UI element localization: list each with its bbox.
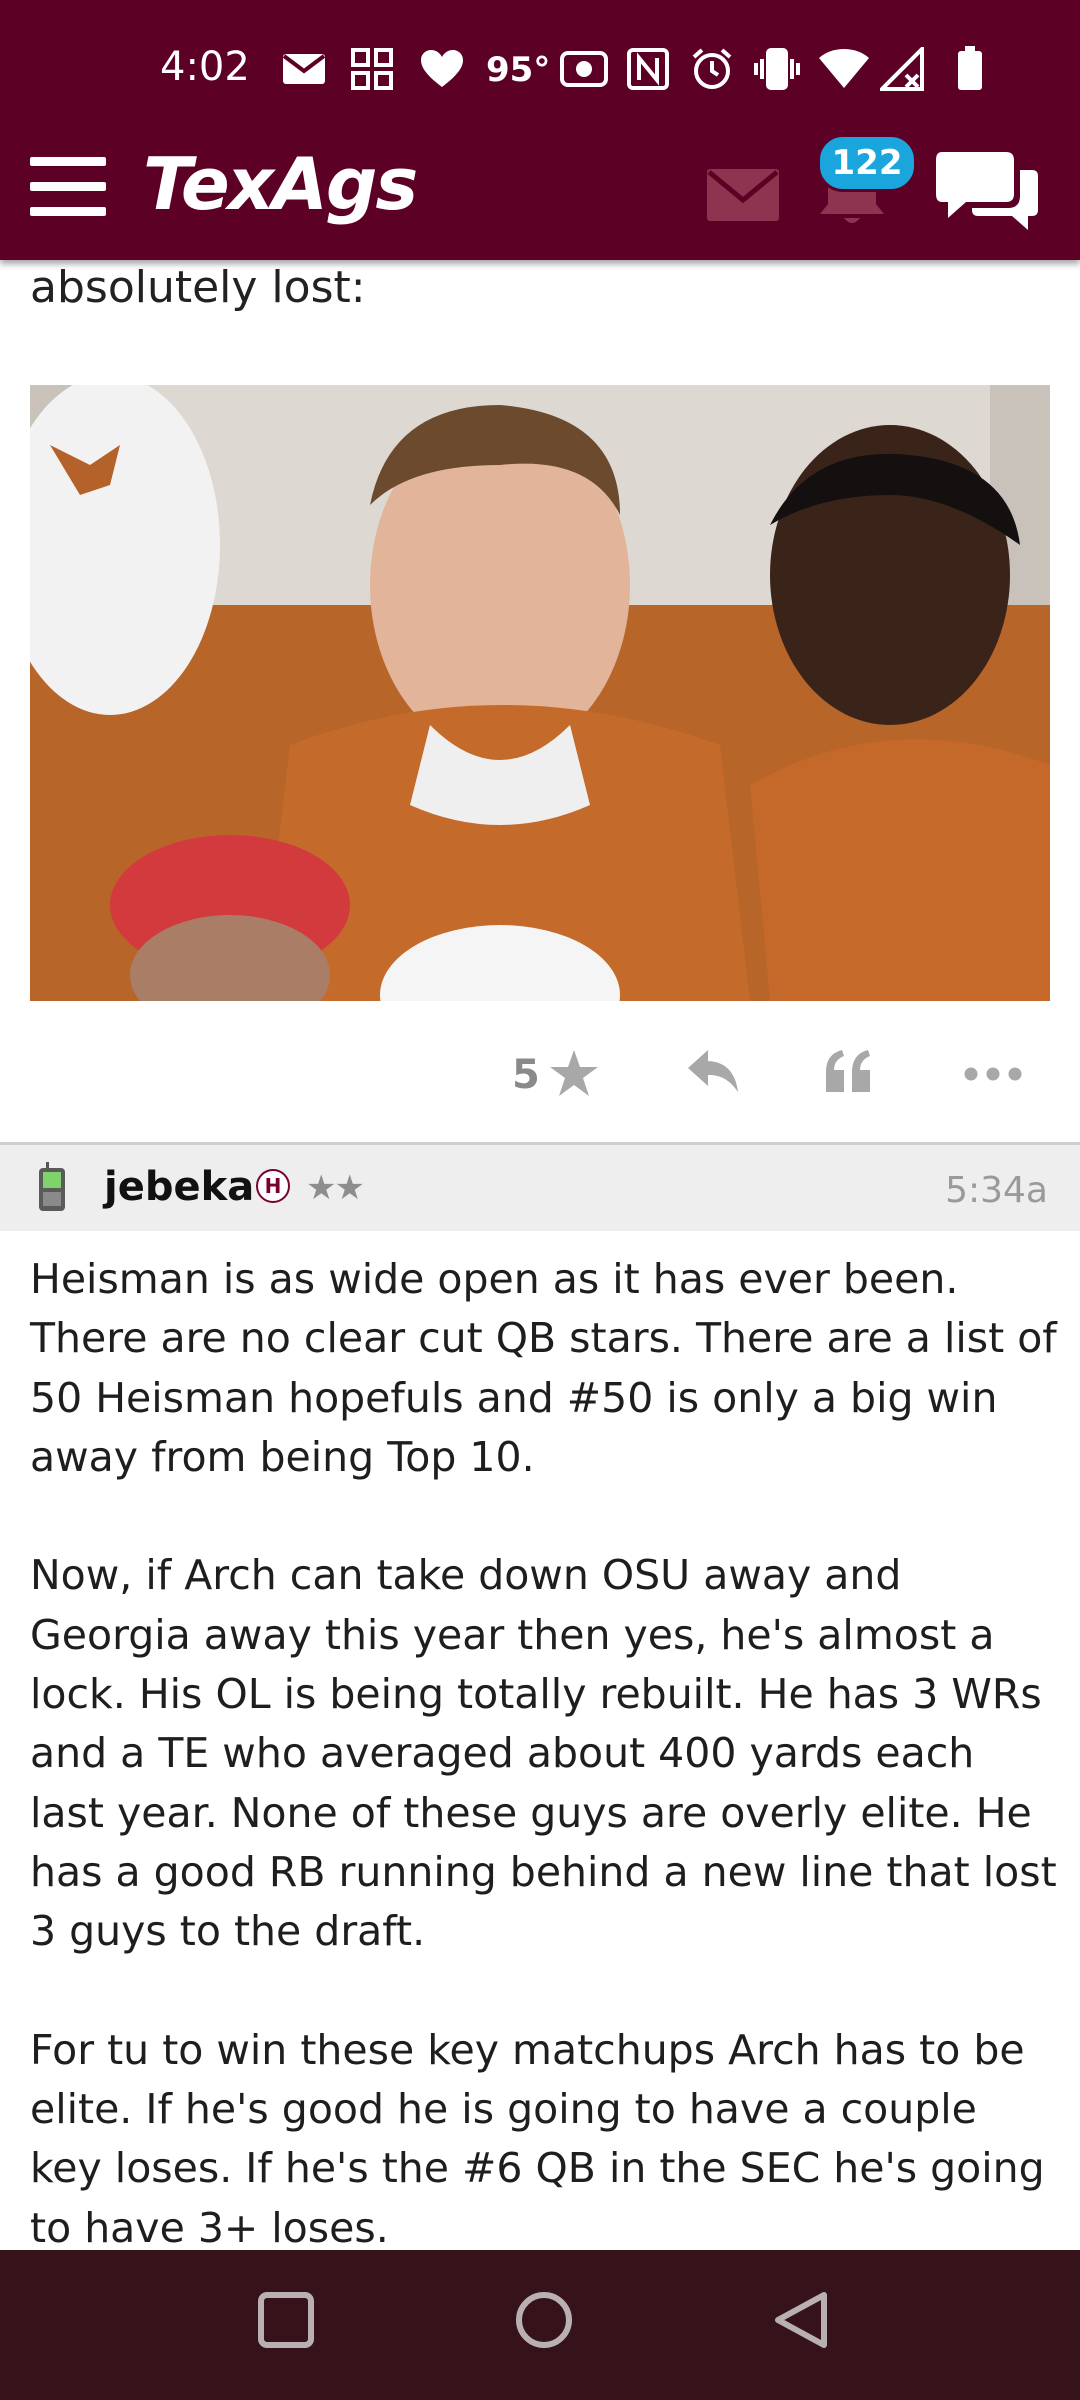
mail-icon — [282, 48, 326, 90]
chat-icon[interactable] — [936, 148, 1038, 236]
temperature: 95° — [486, 50, 551, 90]
battery-icon — [956, 46, 984, 90]
texags-logo[interactable]: TexAgs — [143, 148, 418, 220]
back-button[interactable] — [772, 2290, 832, 2354]
mobile-phone-icon — [38, 1162, 66, 1216]
star-icon[interactable] — [548, 1048, 600, 1102]
quote-icon[interactable] — [824, 1048, 874, 1098]
previous-post-text: absolutely lost: — [30, 262, 366, 313]
more-icon[interactable] — [964, 1066, 1022, 1085]
post-username[interactable]: jebeka — [104, 1164, 254, 1210]
menu-icon[interactable] — [30, 157, 106, 217]
post-paragraph: Heisman is as wide open as it has ever b… — [30, 1255, 1057, 1481]
heart-icon — [420, 48, 464, 90]
user-badge: H — [256, 1169, 290, 1203]
alarm-icon — [690, 48, 734, 90]
wifi-icon — [818, 48, 870, 90]
rank-stars: ★★ — [306, 1168, 365, 1208]
post-body: Heisman is as wide open as it has ever b… — [30, 1250, 1060, 2258]
post-time: 5:34a — [945, 1170, 1048, 1211]
reply-icon[interactable] — [686, 1048, 740, 1098]
status-bar: 4:02 95° — [0, 0, 1080, 148]
grid-app-icon — [350, 48, 394, 90]
home-button[interactable] — [514, 2290, 574, 2354]
sensor-icon — [560, 48, 608, 90]
post-paragraph: For tu to win these key matchups Arch ha… — [30, 2025, 1045, 2252]
vibrate-icon — [754, 48, 800, 90]
notification-badge[interactable]: 122 — [817, 134, 917, 192]
nfc-icon — [626, 48, 670, 90]
signal-icon — [880, 47, 926, 91]
status-time: 4:02 — [160, 44, 250, 90]
post-paragraph: Now, if Arch can take down OSU away and … — [30, 1551, 1057, 1956]
recents-button[interactable] — [256, 2290, 316, 2354]
star-count: 5 — [512, 1052, 540, 1098]
mail-icon[interactable] — [706, 168, 780, 226]
post-image[interactable] — [30, 385, 1050, 1001]
